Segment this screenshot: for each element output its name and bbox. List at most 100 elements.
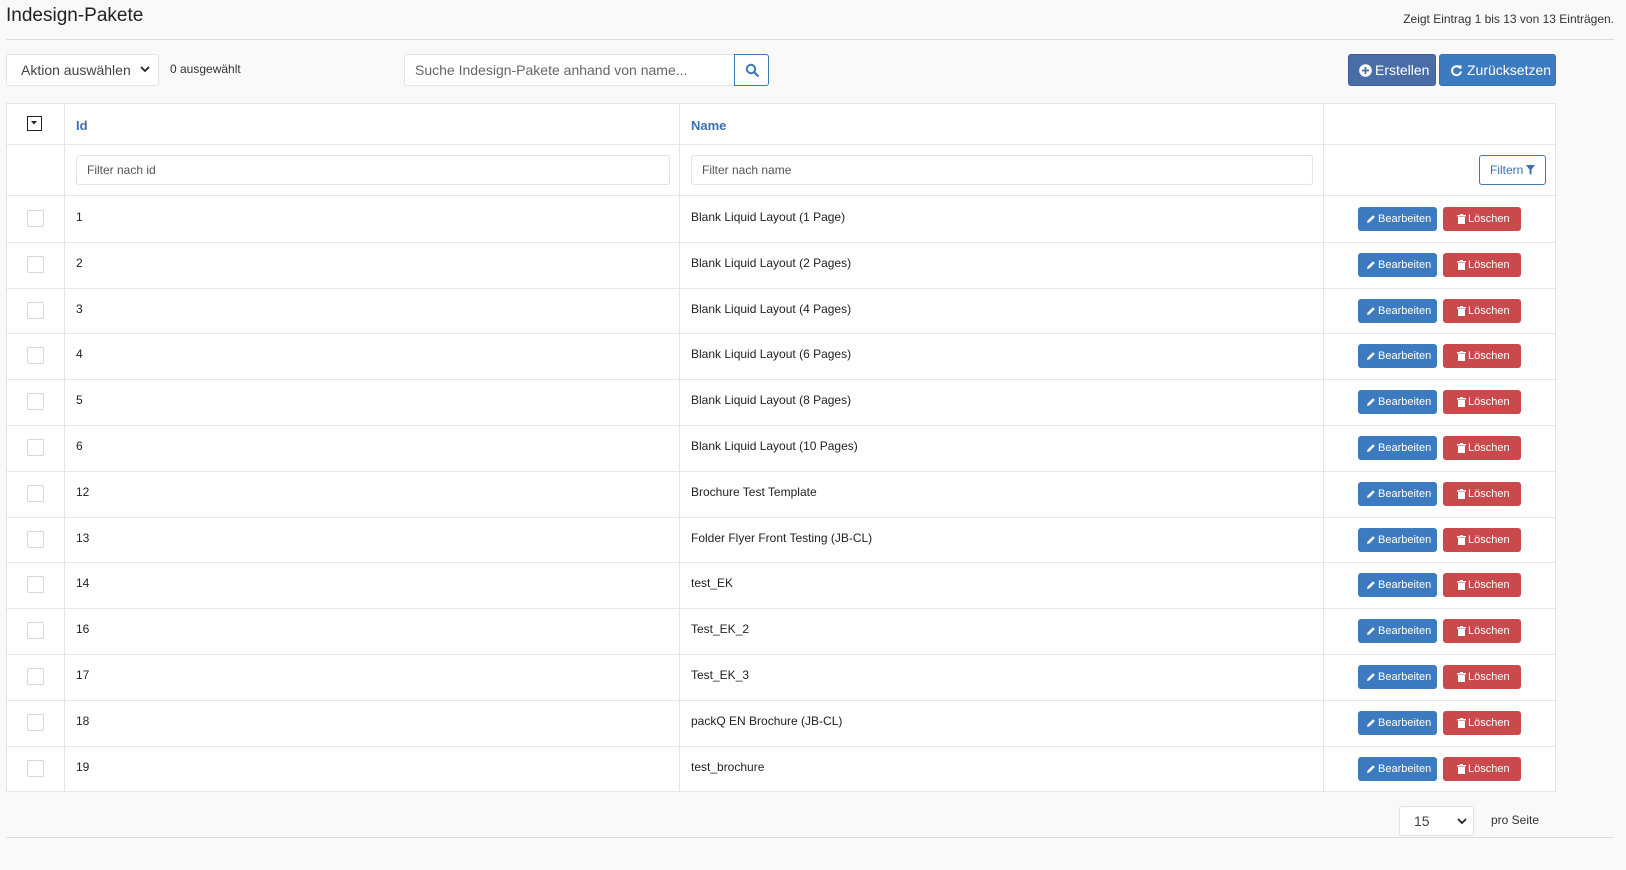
edit-button[interactable]: Bearbeiten bbox=[1358, 436, 1437, 460]
row-checkbox[interactable] bbox=[27, 210, 44, 227]
edit-button-label: Bearbeiten bbox=[1378, 533, 1432, 546]
column-header-name[interactable]: Name bbox=[691, 118, 726, 133]
delete-button[interactable]: Löschen bbox=[1443, 756, 1521, 781]
delete-button-label: Löschen bbox=[1468, 213, 1510, 225]
delete-button-label: Löschen bbox=[1468, 533, 1510, 546]
row-divider bbox=[7, 144, 1555, 145]
delete-button-label: Löschen bbox=[1468, 396, 1510, 409]
trash-icon bbox=[1457, 214, 1466, 224]
cell-id: 17 bbox=[76, 668, 90, 682]
row-checkbox[interactable] bbox=[27, 393, 44, 411]
edit-button[interactable]: Bearbeiten bbox=[1358, 344, 1437, 369]
delete-button[interactable]: Löschen bbox=[1443, 481, 1521, 506]
delete-button[interactable]: Löschen bbox=[1443, 298, 1521, 323]
edit-button[interactable]: Bearbeiten bbox=[1358, 252, 1437, 277]
row-checkbox[interactable] bbox=[27, 622, 44, 640]
edit-button[interactable]: Bearbeiten bbox=[1358, 527, 1437, 552]
trash-icon bbox=[1457, 534, 1466, 545]
column-header-id[interactable]: Id bbox=[76, 118, 88, 133]
cell-id: 18 bbox=[76, 713, 90, 728]
search-button[interactable] bbox=[734, 54, 769, 86]
action-select[interactable]: Aktion auswählen bbox=[6, 54, 159, 86]
search-icon bbox=[745, 63, 759, 77]
delete-button[interactable]: Löschen bbox=[1443, 252, 1521, 277]
table-row: 17 Test_EK_3 Bearbeiten Löschen bbox=[7, 654, 1555, 700]
delete-button[interactable]: Löschen bbox=[1443, 344, 1521, 369]
edit-button[interactable]: Bearbeiten bbox=[1358, 298, 1437, 323]
table-row: 3 Blank Liquid Layout (4 Pages) Bearbeiten… bbox=[7, 288, 1555, 334]
trash-icon bbox=[1457, 351, 1466, 362]
edit-button[interactable]: Bearbeiten bbox=[1358, 481, 1437, 506]
edit-button[interactable]: Bearbeiten bbox=[1358, 573, 1437, 598]
per-page-select[interactable]: 15 bbox=[1399, 806, 1474, 836]
row-checkbox[interactable] bbox=[27, 713, 44, 731]
trash-icon bbox=[1457, 305, 1466, 316]
action-select-label: Aktion auswählen bbox=[21, 62, 131, 78]
cell-name: Blank Liquid Layout (8 Pages) bbox=[691, 393, 852, 408]
chevron-down-icon bbox=[140, 66, 150, 73]
edit-button[interactable]: Bearbeiten bbox=[1358, 665, 1437, 689]
plus-circle-icon bbox=[1359, 64, 1372, 77]
filter-button[interactable]: Filtern bbox=[1479, 155, 1546, 185]
delete-button[interactable]: Löschen bbox=[1443, 436, 1521, 460]
row-checkbox[interactable] bbox=[27, 759, 44, 777]
row-checkbox[interactable] bbox=[27, 484, 44, 502]
pencil-icon bbox=[1367, 627, 1375, 636]
select-all-checkbox[interactable] bbox=[27, 116, 42, 131]
row-checkbox[interactable] bbox=[27, 439, 44, 456]
pencil-icon bbox=[1367, 260, 1375, 269]
reset-button[interactable]: Zurücksetzen bbox=[1439, 54, 1556, 86]
delete-button-label: Löschen bbox=[1468, 625, 1510, 638]
row-checkbox[interactable] bbox=[27, 668, 44, 685]
row-checkbox[interactable] bbox=[27, 576, 44, 594]
delete-button-label: Löschen bbox=[1468, 350, 1510, 363]
delete-button[interactable]: Löschen bbox=[1443, 207, 1521, 231]
filter-name-input[interactable] bbox=[691, 155, 1313, 185]
delete-button[interactable]: Löschen bbox=[1443, 665, 1521, 689]
cell-id: 6 bbox=[76, 439, 83, 453]
row-checkbox[interactable] bbox=[27, 301, 44, 319]
edit-button-label: Bearbeiten bbox=[1378, 350, 1432, 363]
delete-button[interactable]: Löschen bbox=[1443, 573, 1521, 598]
edit-button-label: Bearbeiten bbox=[1378, 304, 1432, 317]
edit-button[interactable]: Bearbeiten bbox=[1358, 710, 1437, 735]
row-checkbox[interactable] bbox=[27, 347, 44, 365]
cell-id: 3 bbox=[76, 301, 83, 316]
delete-button[interactable]: Löschen bbox=[1443, 390, 1521, 415]
caret-down-icon bbox=[31, 121, 37, 125]
edit-button[interactable]: Bearbeiten bbox=[1358, 619, 1437, 644]
delete-button[interactable]: Löschen bbox=[1443, 527, 1521, 552]
cell-name: Blank Liquid Layout (10 Pages) bbox=[691, 439, 858, 453]
filter-icon bbox=[1526, 165, 1535, 175]
edit-button-label: Bearbeiten bbox=[1378, 396, 1432, 409]
cell-id: 16 bbox=[76, 622, 90, 637]
edit-button[interactable]: Bearbeiten bbox=[1358, 207, 1437, 231]
row-checkbox[interactable] bbox=[27, 255, 44, 273]
filter-id-input[interactable] bbox=[76, 155, 670, 185]
cell-name: Test_EK_3 bbox=[691, 668, 750, 682]
edit-button[interactable]: Bearbeiten bbox=[1358, 390, 1437, 415]
cell-id: 2 bbox=[76, 255, 83, 270]
edit-button-label: Bearbeiten bbox=[1378, 716, 1432, 729]
table-row: 13 Folder Flyer Front Testing (JB-CL) Bear… bbox=[7, 517, 1555, 563]
search-input[interactable] bbox=[404, 54, 735, 86]
delete-button[interactable]: Löschen bbox=[1443, 710, 1521, 735]
edit-button[interactable]: Bearbeiten bbox=[1358, 756, 1437, 781]
pencil-icon bbox=[1367, 673, 1375, 681]
cell-name: Blank Liquid Layout (6 Pages) bbox=[691, 347, 852, 362]
bottom-divider bbox=[6, 837, 1614, 838]
table-row: 18 packQ EN Brochure (JB-CL) Bearbeiten Lös… bbox=[7, 700, 1555, 746]
delete-button-label: Löschen bbox=[1468, 442, 1510, 454]
cell-name: test_brochure bbox=[691, 759, 765, 774]
cell-id: 13 bbox=[76, 530, 90, 545]
pencil-icon bbox=[1367, 215, 1375, 223]
delete-button[interactable]: Löschen bbox=[1443, 619, 1521, 644]
cell-id: 4 bbox=[76, 347, 83, 362]
cell-id: 14 bbox=[76, 576, 90, 591]
cell-name: test_EK bbox=[691, 576, 734, 591]
create-button[interactable]: Erstellen bbox=[1348, 54, 1436, 86]
pencil-icon bbox=[1367, 535, 1375, 544]
row-checkbox[interactable] bbox=[27, 530, 44, 548]
cell-id: 5 bbox=[76, 393, 83, 408]
chevron-down-icon bbox=[1457, 818, 1467, 825]
